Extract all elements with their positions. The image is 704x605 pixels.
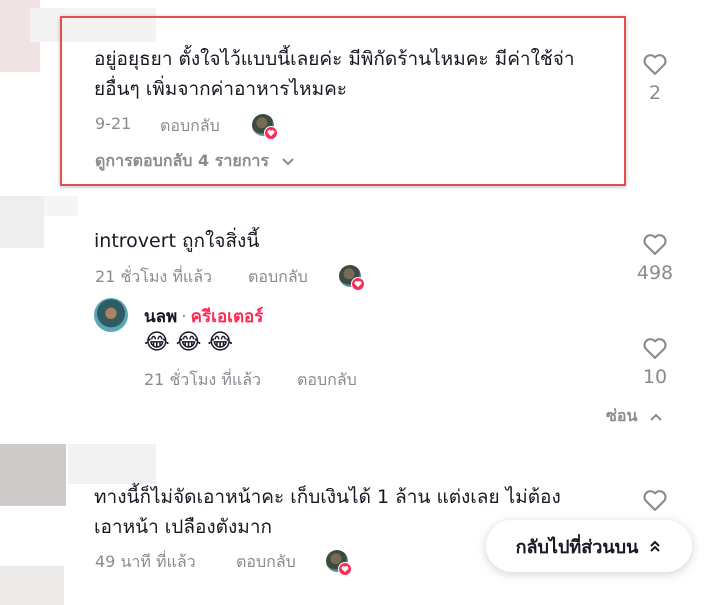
comment-text-line: introvert ถูกใจสิ่งนี้ [94, 230, 260, 252]
comment-timestamp: 21 ชั่วโมง ที่แล้ว [95, 267, 212, 286]
blurred-username [68, 444, 156, 484]
hide-replies-button[interactable]: ซ่อน [606, 404, 663, 429]
chevron-down-icon [281, 157, 294, 165]
like-column: 498 [625, 230, 685, 284]
separator-dot: · [181, 307, 187, 327]
blurred-avatar [0, 566, 64, 605]
back-to-top-button[interactable]: กลับไปที่ส่วนบน [486, 520, 692, 572]
reply-emoji-text: 😂😂😂 [144, 330, 240, 355]
view-replies-button[interactable]: ดูการตอบกลับ 4 รายการ [95, 149, 295, 174]
comment-text-line: เอาหน้า เปลืองตังมาก [94, 516, 272, 538]
heart-badge-icon [351, 277, 365, 291]
comment-text-line: อยู่อยุธยา ตั้งใจไว้แบบนี้เลยค่ะ มีพิกัด… [94, 48, 575, 70]
heart-outline-icon[interactable] [641, 50, 669, 78]
like-count: 10 [642, 366, 668, 388]
heart-outline-icon[interactable] [641, 486, 669, 514]
back-to-top-label: กลับไปที่ส่วนบน [515, 536, 639, 558]
like-count: 498 [636, 262, 674, 284]
comment-timestamp: 49 นาที ที่แล้ว [95, 552, 196, 571]
like-column: 10 [625, 334, 685, 388]
reply-timestamp: 21 ชั่วโมง ที่แล้ว [144, 370, 261, 389]
avatar[interactable] [94, 298, 128, 332]
reply-button[interactable]: ตอบกลับ [160, 114, 220, 139]
reply-author-name[interactable]: นลพ [144, 307, 177, 327]
reply-button[interactable]: ตอบกลับ [236, 550, 296, 575]
reply-button[interactable]: ตอบกลับ [248, 265, 308, 290]
like-column: 2 [625, 50, 685, 104]
heart-badge-icon [338, 562, 352, 576]
blurred-avatar [0, 196, 44, 248]
view-replies-label: ดูการตอบกลับ 4 รายการ [95, 151, 269, 170]
like-column [625, 486, 685, 514]
heart-outline-icon[interactable] [641, 230, 669, 258]
double-chevron-up-icon [650, 540, 661, 552]
comment-text-line: ทางนี้ก็ไม่จัดเอาหน้าคะ เก็บเงินได้ 1 ล้… [94, 486, 561, 508]
comment-text-line: ยอื่นๆ เพิ่มจากค่าอาหารไหมคะ [94, 78, 348, 100]
creator-liked-avatar [339, 265, 365, 291]
like-count: 2 [648, 82, 662, 104]
heart-badge-icon [264, 126, 278, 140]
reply-button[interactable]: ตอบกลับ [297, 368, 357, 393]
reply-author-line: นลพ · ครีเอเตอร์ [144, 303, 263, 330]
creator-badge: ครีเอเตอร์ [190, 307, 264, 327]
comment-timestamp: 9-21 [95, 114, 132, 133]
blurred-username [44, 196, 78, 216]
hide-replies-label: ซ่อน [606, 406, 638, 425]
comments-panel: อยู่อยุธยา ตั้งใจไว้แบบนี้เลยค่ะ มีพิกัด… [0, 0, 704, 605]
creator-liked-avatar [252, 114, 278, 140]
creator-liked-avatar [326, 550, 352, 576]
chevron-up-icon [650, 413, 662, 421]
heart-outline-icon[interactable] [641, 334, 669, 362]
blurred-avatar [0, 444, 66, 506]
